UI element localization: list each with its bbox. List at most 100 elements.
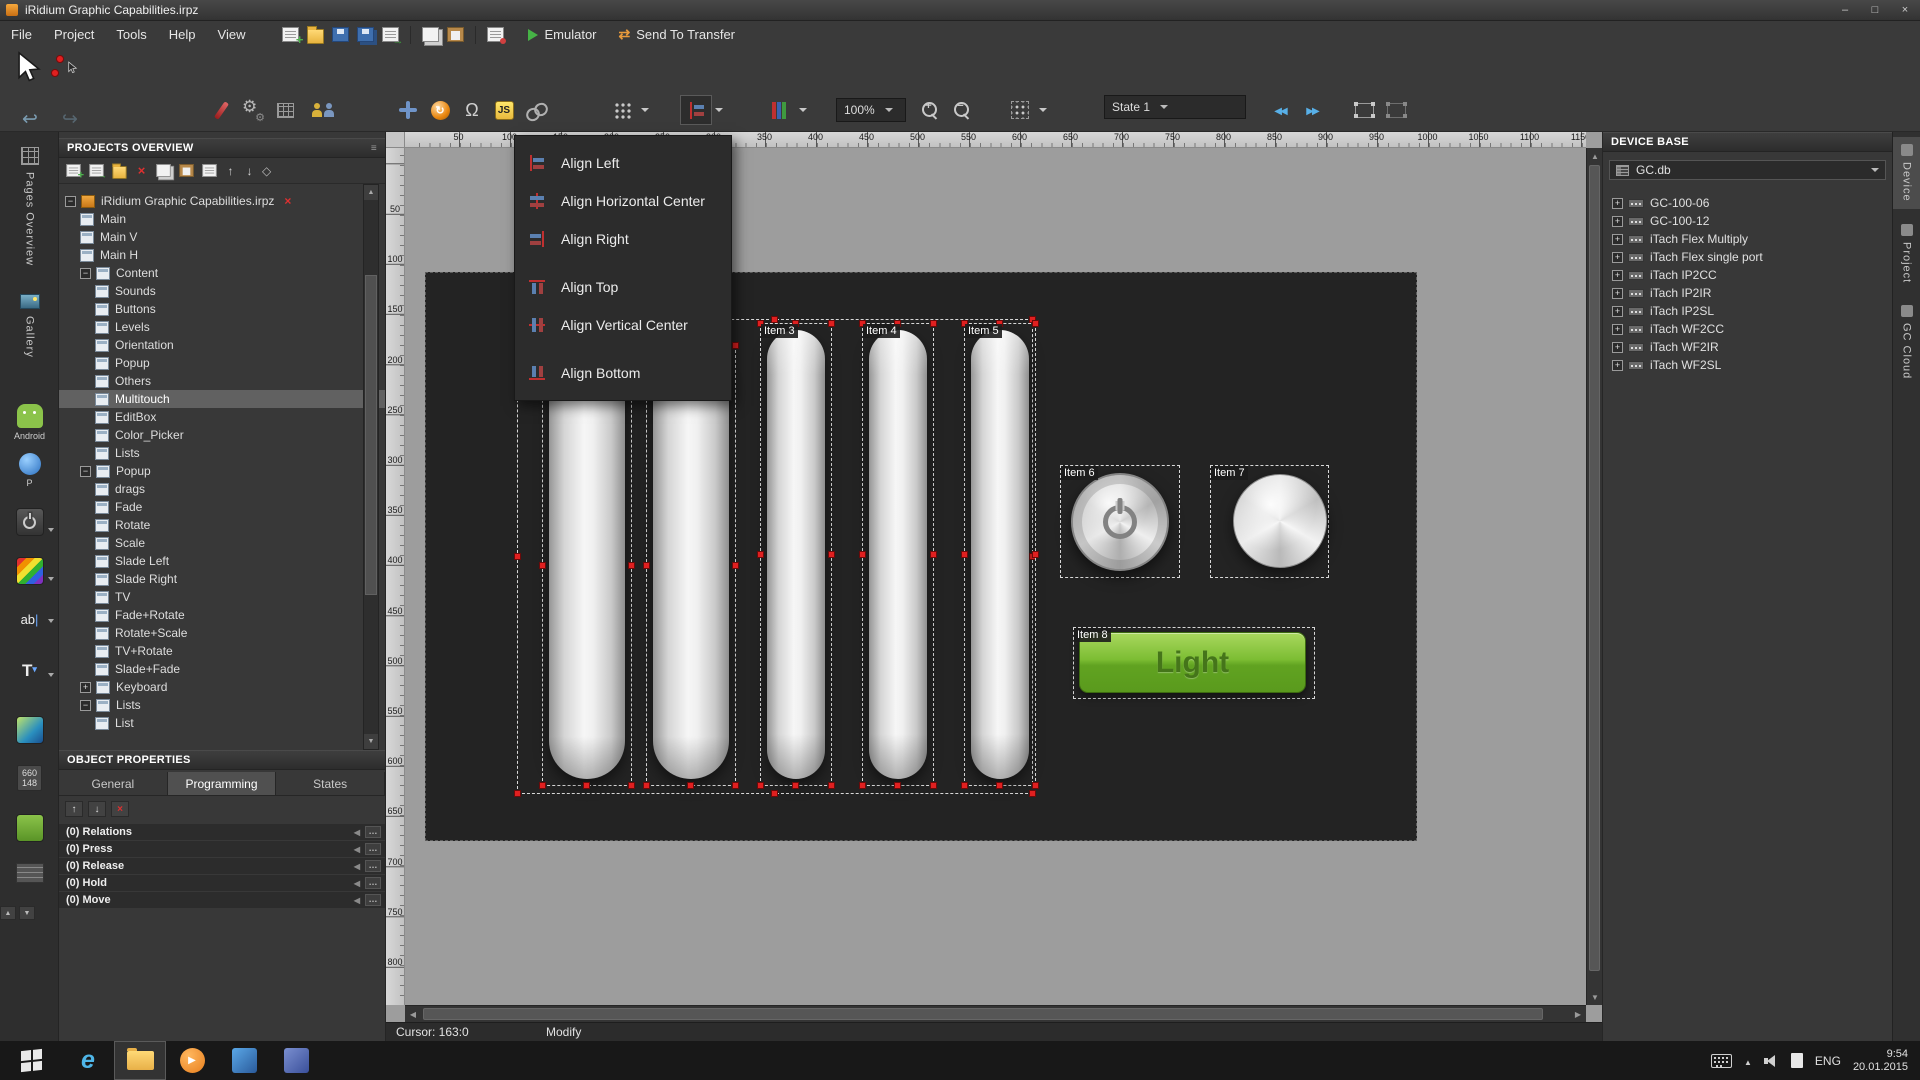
tree-item[interactable]: Orientation [59,336,385,354]
tree-expander-icon[interactable] [80,268,91,279]
scroll-up-button[interactable]: ▲ [1587,148,1603,164]
maximize-button[interactable]: □ [1860,0,1890,20]
more-button[interactable] [365,860,381,872]
property-row[interactable]: (0) Release [59,858,385,874]
more-button[interactable] [365,826,381,838]
selection-handle[interactable] [859,782,866,789]
align-menu-item[interactable]: Align Left [515,144,731,182]
colors-button[interactable] [764,95,796,125]
level-item-selection[interactable] [646,345,736,786]
language-indicator[interactable]: ENG [1815,1054,1841,1068]
selection-handle[interactable] [771,316,778,323]
menubar-item[interactable]: Tools [105,21,157,48]
panel-menu-icon[interactable]: ≡ [371,143,377,154]
properties-tab[interactable]: General [59,772,168,795]
selection-handle[interactable] [628,562,635,569]
selection-handle[interactable] [961,551,968,558]
level-slider[interactable] [869,330,927,779]
device-tree-item[interactable]: iTach IP2IR [1603,284,1892,302]
level-item-selection[interactable]: Item 5 [964,323,1036,786]
snap-button[interactable] [1004,95,1036,125]
align-menu-item[interactable]: Align Right [515,220,731,258]
selection-handle[interactable] [514,790,521,797]
gradient-tool[interactable] [0,716,59,744]
frame-button[interactable] [1348,95,1380,125]
selection-handle[interactable] [628,782,635,789]
state-combo[interactable]: State 1 [1104,95,1246,119]
selection-handle[interactable] [1029,790,1036,797]
prev-state-button[interactable] [1264,95,1296,125]
taskbar-media-player[interactable] [166,1041,218,1080]
tree-item[interactable]: TV+Rotate [59,642,385,660]
tree-item[interactable]: Fade+Rotate [59,606,385,624]
scrollbar-thumb[interactable] [423,1008,1543,1020]
collapse-arrow-icon[interactable] [354,879,360,888]
device-tree-item[interactable]: iTach WF2IR [1603,338,1892,356]
zoom-combo[interactable]: 100% [836,98,906,122]
tree-item[interactable]: TV [59,588,385,606]
notifications-icon[interactable] [1791,1053,1803,1068]
new-project-icon[interactable] [282,27,299,42]
side-tab[interactable]: Device [1893,137,1920,209]
delete-button[interactable]: × [111,801,129,817]
device-expander-icon[interactable] [1612,360,1623,371]
tree-item[interactable]: Fade [59,498,385,516]
tree-item[interactable]: Content [59,264,385,282]
hidden-icons-chevron[interactable] [1744,1054,1752,1068]
add-folder-icon[interactable] [112,166,126,179]
level-item-selection[interactable]: Item 4 [862,323,934,786]
export-icon[interactable] [382,27,399,42]
scrollbar-thumb[interactable] [365,275,377,595]
tree-item[interactable]: Buttons [59,300,385,318]
selection-handle[interactable] [894,782,901,789]
scroll-right-button[interactable]: ▶ [1570,1006,1586,1022]
taskbar-ie[interactable] [62,1041,114,1080]
align-menu-item[interactable]: Align Bottom [515,354,731,392]
colors-dropdown-arrow[interactable] [796,95,810,125]
collapse-arrow-icon[interactable] [354,896,360,905]
symbols-button[interactable] [456,95,488,125]
tree-item[interactable]: Scale [59,534,385,552]
menubar-item[interactable]: Project [43,21,105,48]
device-expander-icon[interactable] [1612,198,1623,209]
move-up-icon[interactable]: ↑ [224,164,237,178]
power-item-tool[interactable] [0,508,59,536]
start-button[interactable] [0,1041,62,1080]
align-menu-item[interactable]: Align Vertical Center [515,306,731,344]
move-down-icon[interactable]: ↓ [243,164,256,178]
level-item-selection[interactable] [542,345,632,786]
link-button[interactable] [520,95,552,125]
dropdown-arrow-icon[interactable] [48,528,54,532]
tree-item[interactable]: Keyboard [59,678,385,696]
move-up-button[interactable]: ↑ [65,801,83,817]
snap-dropdown-arrow[interactable] [1036,95,1050,125]
device-expander-icon[interactable] [1612,234,1623,245]
selection-handle[interactable] [1032,551,1039,558]
device-tree-item[interactable]: iTach WF2SL [1603,356,1892,374]
tree-item[interactable]: Rotate+Scale [59,624,385,642]
tree-item[interactable]: Multitouch [59,390,385,408]
side-tab[interactable]: GC Cloud [1893,298,1920,386]
database-combo[interactable]: GC.db [1609,160,1886,180]
keyboard-icon[interactable] [1711,1054,1732,1068]
level-slider[interactable] [549,352,625,779]
device-expander-icon[interactable] [1612,306,1623,317]
menubar-item[interactable]: View [207,21,257,48]
device-tree-item[interactable]: iTach WF2CC [1603,320,1892,338]
menubar-item[interactable]: Help [158,21,207,48]
selection-handle[interactable] [792,782,799,789]
device-expander-icon[interactable] [1612,342,1623,353]
delete-item-icon[interactable]: × [134,163,149,178]
list-tool[interactable] [0,863,59,883]
open-project-icon[interactable] [307,29,324,44]
resolution-tool[interactable]: 660148 [0,765,59,791]
users-button[interactable] [301,95,345,125]
power-knob[interactable] [1071,473,1169,571]
light-button[interactable]: Light [1079,632,1306,693]
move-down-button[interactable]: ↓ [88,801,106,817]
projects-tree-scrollbar[interactable]: ▲ ▼ [363,184,379,750]
device-expander-icon[interactable] [1612,324,1623,335]
tree-item[interactable]: Main [59,210,385,228]
dropdown-arrow-icon[interactable] [48,577,54,581]
selection-handle[interactable] [643,782,650,789]
